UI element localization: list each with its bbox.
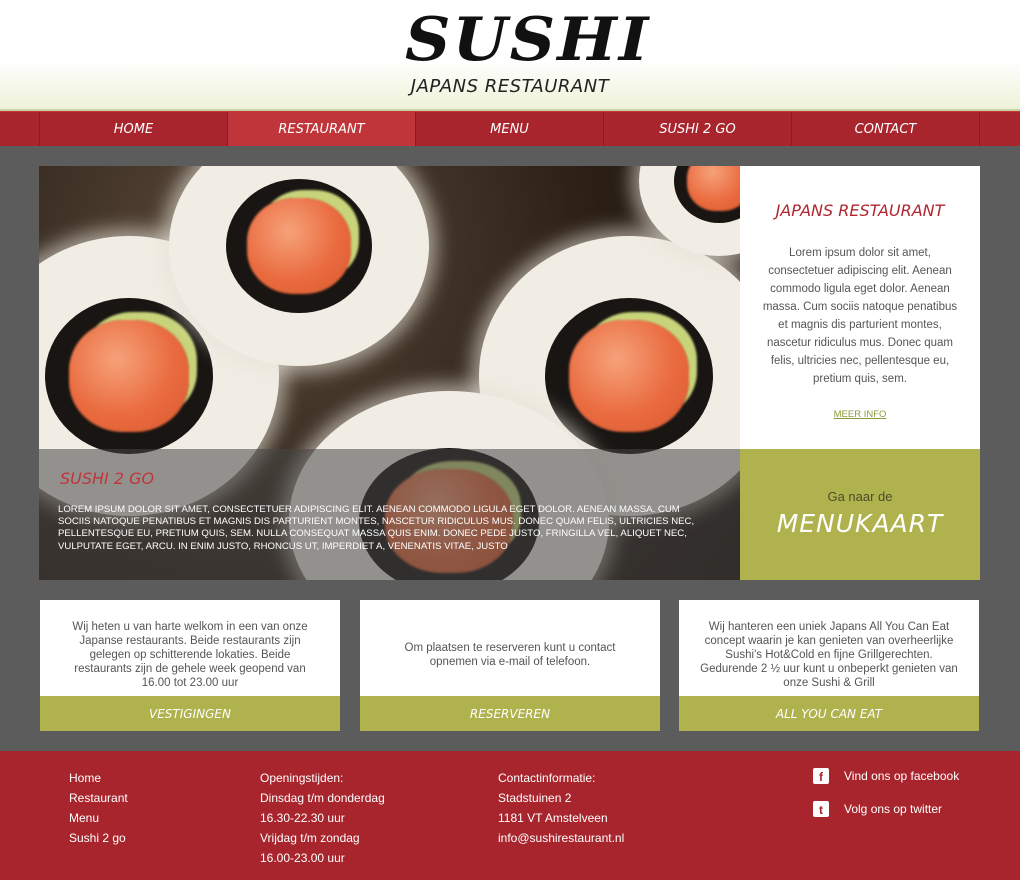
site-header: SUSHI JAPANS RESTAURANT xyxy=(0,0,1020,111)
logo-subtitle: JAPANS RESTAURANT xyxy=(410,76,610,97)
nav-item-home[interactable]: HOME xyxy=(40,112,228,146)
card-text: Om plaatsen te reserveren kunt u contact… xyxy=(404,642,616,668)
twitter-icon: t xyxy=(813,801,829,817)
facebook-link[interactable]: f Vind ons op facebook xyxy=(813,768,959,784)
footer-hours: Openingstijden: Dinsdag t/m donderdag 16… xyxy=(260,768,385,868)
reserveren-button[interactable]: RESERVEREN xyxy=(360,696,660,731)
site-footer: Home Restaurant Menu Sushi 2 go Openings… xyxy=(0,751,1020,880)
facebook-label: Vind ons op facebook xyxy=(844,769,960,783)
card-vestigingen: Wij heten u van harte welkom in een van … xyxy=(40,600,340,731)
main-nav: HOME RESTAURANT MENU SUSHI 2 GO CONTACT xyxy=(0,111,1020,146)
footer-link-menu[interactable]: Menu xyxy=(69,808,128,828)
info-title: JAPANS RESTAURANT xyxy=(775,201,945,220)
nav-item-menu[interactable]: MENU xyxy=(416,112,604,146)
logo[interactable]: SUSHI JAPANS RESTAURANT xyxy=(405,8,648,103)
meer-info-link[interactable]: MEER INFO xyxy=(740,409,980,420)
logo-title: SUSHI xyxy=(405,5,651,75)
info-text: Lorem ipsum dolor sit amet, consectetuer… xyxy=(762,247,958,385)
twitter-link[interactable]: t Volg ons op twitter xyxy=(813,801,942,817)
hours-line: Dinsdag t/m donderdag xyxy=(260,791,385,805)
hero-caption: SUSHI 2 GO Lorem ipsum dolor sit amet, c… xyxy=(39,449,740,580)
nav-item-sushi-2-go[interactable]: SUSHI 2 GO xyxy=(604,112,792,146)
all-you-can-eat-button[interactable]: ALL YOU CAN EAT xyxy=(679,696,979,731)
menukaart-button[interactable]: Ga naar de MENUKAART xyxy=(740,449,980,580)
menukaart-subtitle: Ga naar de xyxy=(827,489,893,504)
card-text: Wij heten u van harte welkom in een van … xyxy=(72,621,308,689)
menukaart-label: MENUKAART xyxy=(776,509,944,538)
hero-caption-title: SUSHI 2 GO xyxy=(60,469,155,488)
card-text: Wij hanteren een uniek Japans All You Ca… xyxy=(700,621,958,689)
contact-email-link[interactable]: info@sushirestaurant.nl xyxy=(498,828,624,848)
footer-link-sushi-2-go[interactable]: Sushi 2 go xyxy=(69,828,128,848)
card-all-you-can-eat: Wij hanteren een uniek Japans All You Ca… xyxy=(679,600,979,731)
footer-link-restaurant[interactable]: Restaurant xyxy=(69,788,128,808)
footer-link-home[interactable]: Home xyxy=(69,768,128,788)
contact-heading: Contactinformatie: xyxy=(498,771,596,785)
facebook-icon: f xyxy=(813,768,829,784)
twitter-label: Volg ons op twitter xyxy=(844,802,943,816)
footer-contact: Contactinformatie: Stadstuinen 2 1181 VT… xyxy=(498,768,624,848)
hours-line: 16.30-22.30 uur xyxy=(260,811,345,825)
contact-line: Stadstuinen 2 xyxy=(498,791,572,805)
footer-links: Home Restaurant Menu Sushi 2 go xyxy=(69,768,128,848)
hours-heading: Openingstijden: xyxy=(260,771,344,785)
info-box: JAPANS RESTAURANT Lorem ipsum dolor sit … xyxy=(740,166,980,449)
nav-item-contact[interactable]: CONTACT xyxy=(792,112,979,146)
vestigingen-button[interactable]: VESTIGINGEN xyxy=(40,696,340,731)
hero-caption-text: Lorem ipsum dolor sit amet, consectetuer… xyxy=(58,504,695,552)
hours-line: 16.00-23.00 uur xyxy=(260,851,345,865)
hero-banner: SUSHI 2 GO Lorem ipsum dolor sit amet, c… xyxy=(39,166,740,580)
nav-item-restaurant[interactable]: RESTAURANT xyxy=(228,112,416,146)
card-reserveren: Om plaatsen te reserveren kunt u contact… xyxy=(360,600,660,731)
contact-line: 1181 VT Amstelveen xyxy=(498,811,608,825)
hours-line: Vrijdag t/m zondag xyxy=(260,831,360,845)
